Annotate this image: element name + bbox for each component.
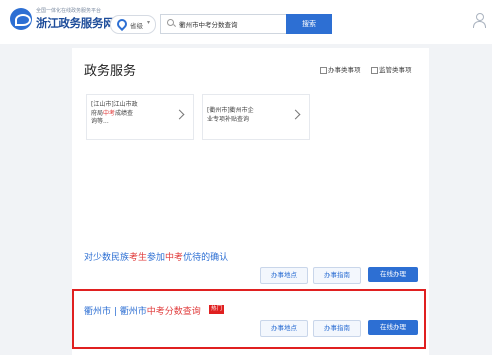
filter-checkbox-banshi[interactable]: 办事类事项	[320, 64, 361, 74]
checkbox-icon[interactable]	[320, 66, 327, 74]
service-card-jiangshan[interactable]: [江山市]江山市政 府局中考成绩查 询等...	[86, 94, 194, 140]
chevron-down-icon: ▾	[147, 19, 151, 26]
search-icon	[167, 19, 174, 26]
search-box	[160, 14, 287, 34]
filter-label: 监管类事项	[379, 66, 412, 74]
highlight-box	[72, 289, 426, 349]
location-button[interactable]: 办事地点	[260, 320, 308, 337]
service-card-quzhou[interactable]: [衢州市]衢州市企 业专项补贴查询	[202, 94, 310, 140]
user-icon[interactable]	[473, 13, 486, 29]
hot-badge: 热门	[209, 305, 225, 314]
online-handle-button[interactable]: 在线办理	[368, 320, 418, 335]
location-button[interactable]: 办事地点	[260, 267, 308, 284]
logo-tagline: 全国一体化在线政务服务平台	[36, 8, 102, 14]
top-header: 全国一体化在线政务服务平台 浙江政务服务网 省级 ▾ 搜索	[0, 0, 492, 44]
online-handle-button[interactable]: 在线办理	[368, 267, 418, 282]
card-text: [江山市]江山市政 府局中考成绩查 询等...	[91, 101, 138, 125]
chevron-right-icon[interactable]	[290, 109, 301, 120]
guide-button[interactable]: 办事指南	[313, 320, 361, 337]
search-input[interactable]	[179, 17, 283, 30]
logo-title[interactable]: 浙江政务服务网	[36, 15, 115, 31]
chevron-right-icon[interactable]	[174, 109, 185, 120]
guide-button[interactable]: 办事指南	[313, 267, 361, 284]
region-selector[interactable]: 省级 ▾	[110, 15, 156, 34]
filter-checkbox-jianguan[interactable]: 监管类事项	[371, 64, 412, 74]
checkbox-icon[interactable]	[371, 66, 378, 74]
zhejiang-logo-icon[interactable]	[10, 8, 32, 30]
region-label: 省级	[130, 22, 143, 30]
search-button[interactable]: 搜索	[286, 14, 332, 34]
filter-label: 办事类事项	[328, 66, 361, 74]
result-title-link[interactable]: 对少数民族考生参加中考优待的确认	[84, 250, 228, 263]
page-title: 政务服务	[84, 64, 137, 79]
location-pin-icon	[114, 16, 130, 32]
card-text: [衢州市]衢州市企 业专项补贴查询	[207, 107, 254, 123]
result-title-link[interactable]: 衢州市 | 衢州市中考分数查询	[84, 304, 201, 317]
